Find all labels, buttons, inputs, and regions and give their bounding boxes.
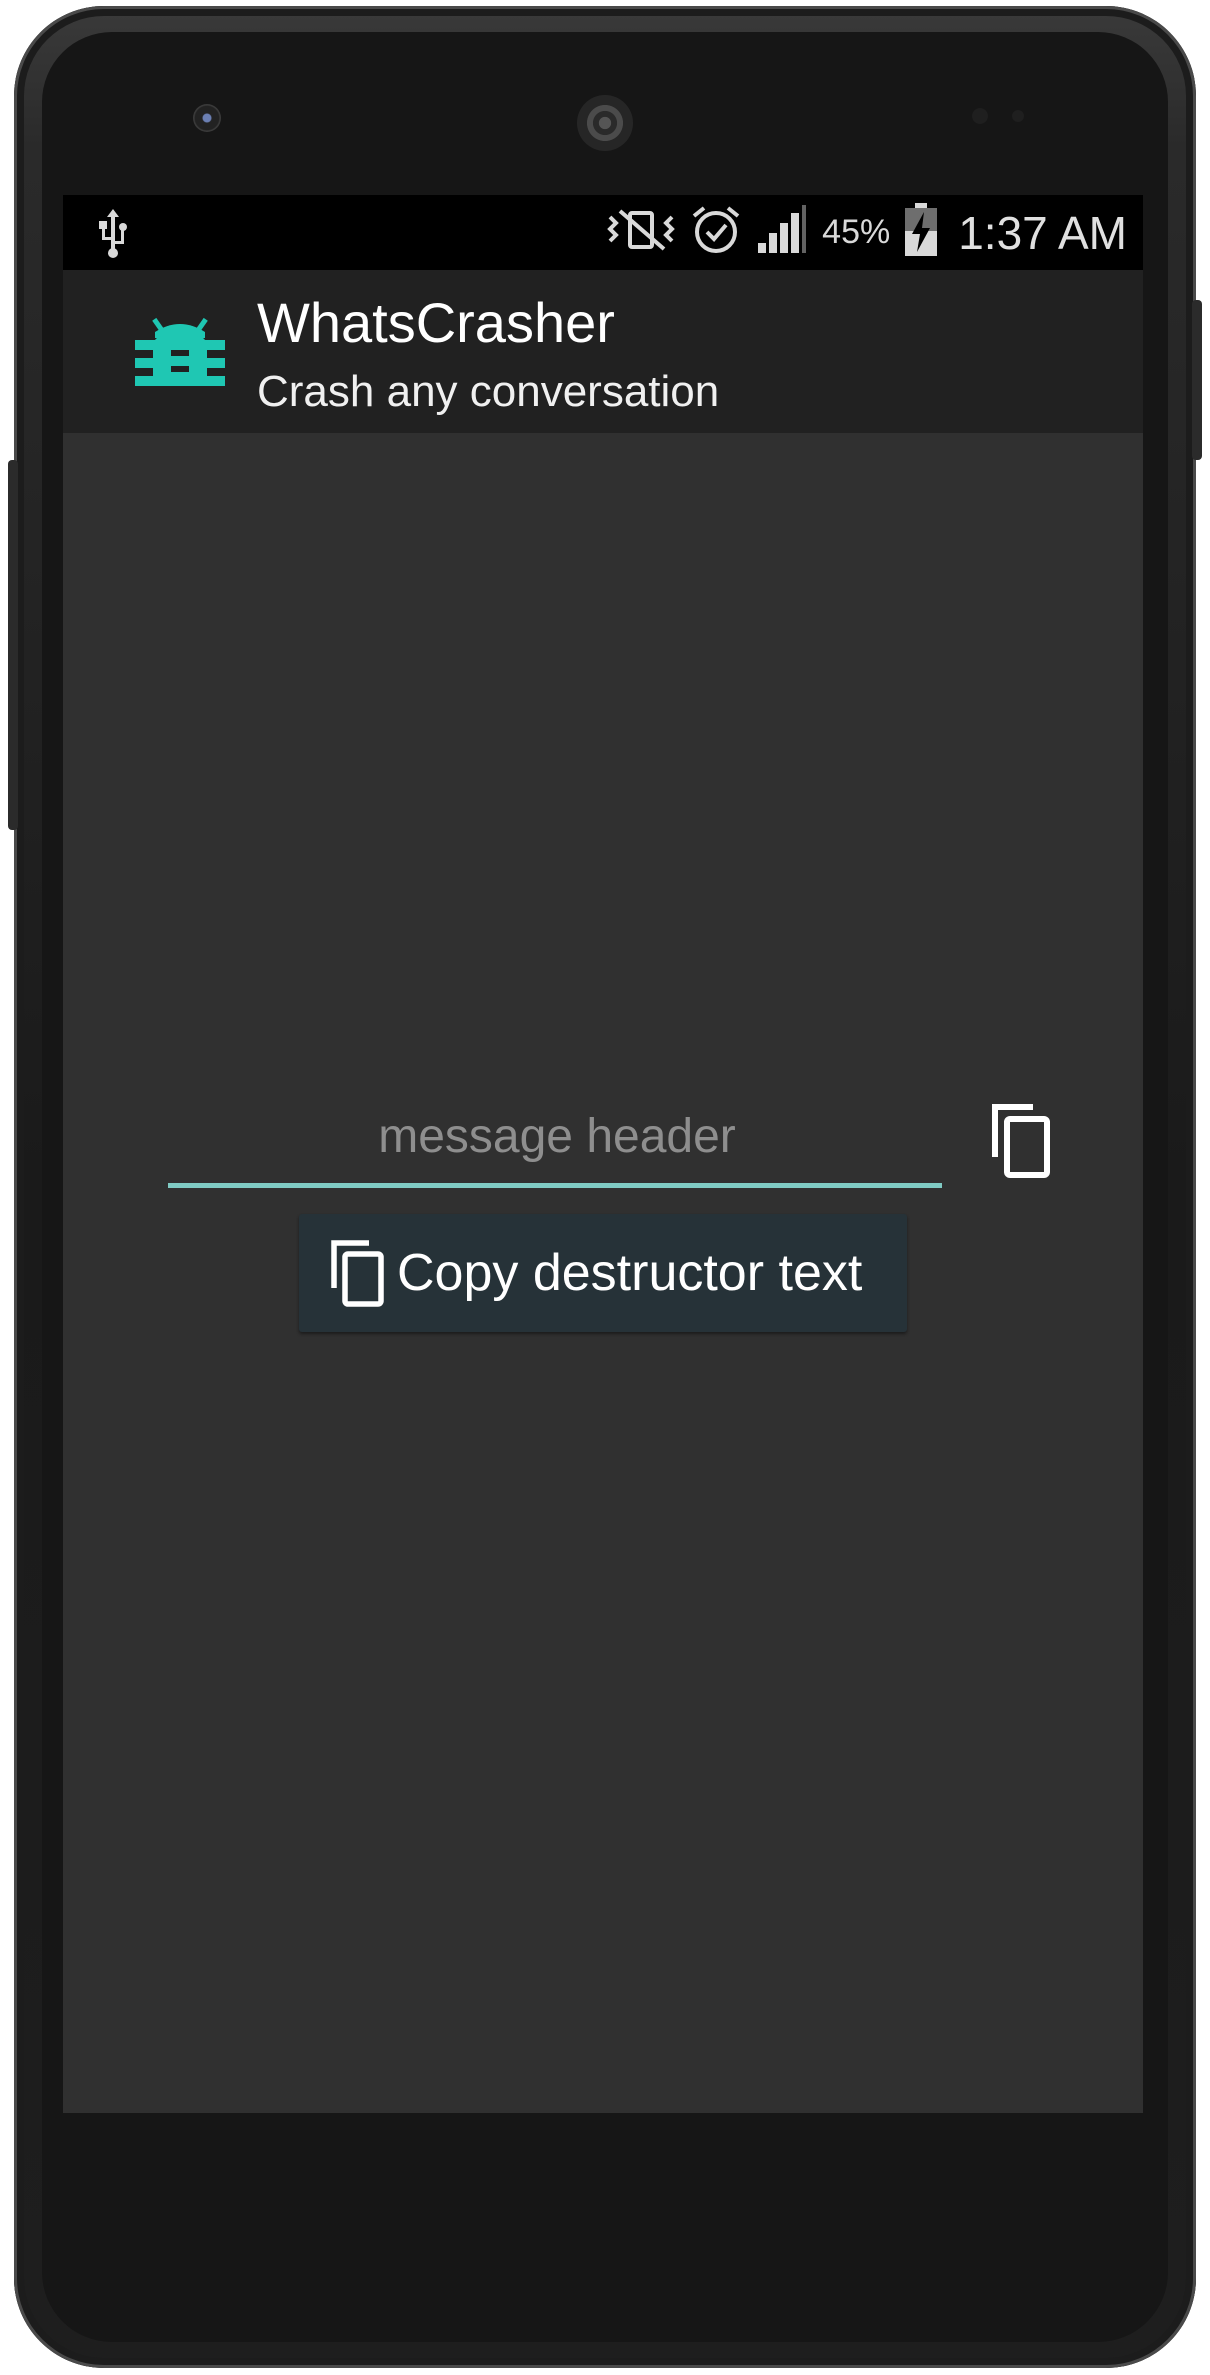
battery-percent: 45% (822, 213, 891, 251)
message-header-field[interactable] (168, 1085, 946, 1195)
usb-icon (93, 209, 133, 264)
light-sensor (1012, 110, 1024, 122)
copy-icon (989, 1104, 1059, 1185)
vibrate-icon (606, 207, 676, 258)
front-camera (193, 104, 221, 132)
action-bar: WhatsCrasher Crash any conversation (63, 270, 1143, 433)
battery-charging-icon (904, 203, 938, 262)
alarm-icon (690, 204, 742, 261)
screen: 45% 1:37 AM WhatsCrasher Crash any conve… (63, 195, 1143, 2113)
bug-icon (135, 302, 225, 398)
message-header-input[interactable] (168, 1085, 946, 1187)
copy-icon (329, 1238, 391, 1308)
proximity-sensor (972, 108, 988, 124)
earpiece-speaker (577, 95, 633, 151)
status-icons: 45% 1:37 AM (606, 201, 1127, 264)
status-clock: 1:37 AM (958, 206, 1127, 259)
copy-destructor-label: Copy destructor text (397, 1244, 863, 1302)
input-underline (168, 1183, 942, 1188)
app-title: WhatsCrasher (257, 291, 615, 354)
status-bar: 45% 1:37 AM (63, 195, 1143, 270)
copy-header-button[interactable] (989, 1101, 1059, 1181)
app-subtitle: Crash any conversation (257, 367, 720, 416)
copy-destructor-button[interactable]: Copy destructor text (299, 1214, 907, 1332)
power-button (1192, 300, 1202, 460)
volume-button (8, 460, 18, 830)
signal-icon (756, 205, 808, 260)
